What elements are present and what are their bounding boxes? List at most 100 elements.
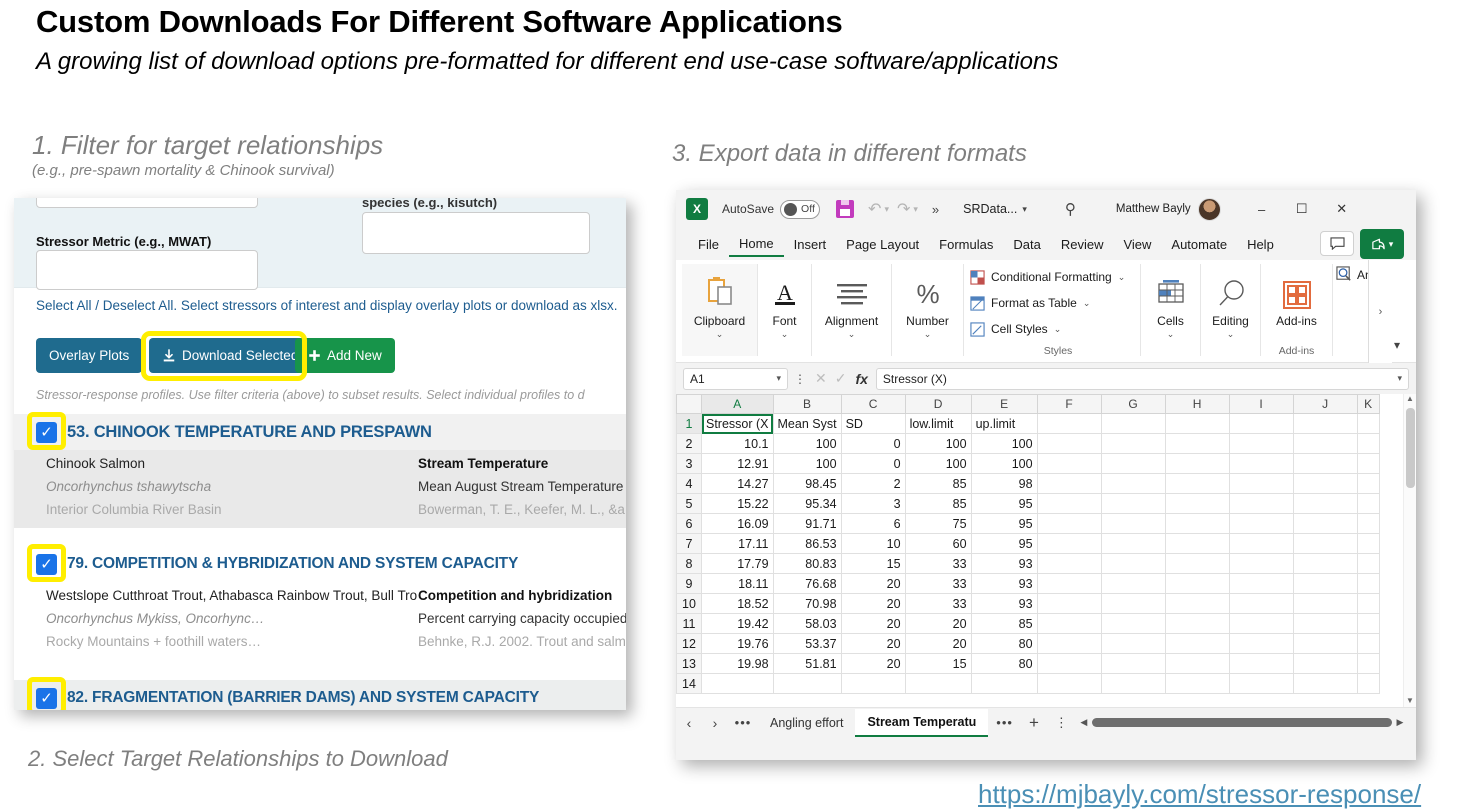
- row-header-11[interactable]: 11: [676, 613, 702, 634]
- cell-I13[interactable]: [1228, 653, 1294, 674]
- cell-D6[interactable]: 75: [904, 513, 972, 534]
- chevron-down-icon[interactable]: ⌄: [1054, 324, 1062, 335]
- cell-C9[interactable]: 20: [840, 573, 906, 594]
- col-header-K[interactable]: K: [1356, 394, 1380, 414]
- cell-I9[interactable]: [1228, 573, 1294, 594]
- cell-I3[interactable]: [1228, 453, 1294, 474]
- cell-D1[interactable]: low.limit: [904, 413, 972, 434]
- cell-I12[interactable]: [1228, 633, 1294, 654]
- cell-J13[interactable]: [1292, 653, 1358, 674]
- scroll-up-icon[interactable]: ▲: [1404, 394, 1416, 403]
- chevron-down-icon[interactable]: ⌄: [848, 329, 856, 340]
- cell-J5[interactable]: [1292, 493, 1358, 514]
- sheet-options-icon[interactable]: ⋮: [1055, 715, 1068, 731]
- cell-C5[interactable]: 3: [840, 493, 906, 514]
- cell-K14[interactable]: [1356, 673, 1380, 694]
- chevron-down-icon[interactable]: ⌄: [1083, 298, 1091, 309]
- more-commands-icon[interactable]: »: [932, 202, 939, 217]
- cell-H1[interactable]: [1164, 413, 1230, 434]
- cell-K9[interactable]: [1356, 573, 1380, 594]
- row-header-6[interactable]: 6: [676, 513, 702, 534]
- tab-insert[interactable]: Insert: [784, 231, 837, 257]
- cell-A6[interactable]: 16.09: [701, 513, 774, 534]
- row-header-14[interactable]: 14: [676, 673, 702, 694]
- chevron-down-icon[interactable]: ⌄: [781, 329, 789, 340]
- cell-H4[interactable]: [1164, 473, 1230, 494]
- cell-J11[interactable]: [1292, 613, 1358, 634]
- site-url-link[interactable]: https://mjbayly.com/stressor-response/: [978, 779, 1421, 810]
- minimize-button[interactable]: –: [1245, 202, 1279, 217]
- cell-A1[interactable]: Stressor (X: [701, 413, 774, 434]
- cell-D4[interactable]: 85: [904, 473, 972, 494]
- sheet-row[interactable]: 2 10.1 100 0 100 100: [676, 433, 1380, 454]
- tab-view[interactable]: View: [1113, 231, 1161, 257]
- cell-G13[interactable]: [1100, 653, 1166, 674]
- save-icon[interactable]: [836, 200, 855, 218]
- chevron-down-icon[interactable]: ⌄: [1167, 329, 1175, 340]
- cell-K6[interactable]: [1356, 513, 1380, 534]
- cell-E8[interactable]: 93: [970, 553, 1038, 574]
- cell-H3[interactable]: [1164, 453, 1230, 474]
- tab-file[interactable]: File: [688, 231, 729, 257]
- cell-I7[interactable]: [1228, 533, 1294, 554]
- cell-C4[interactable]: 2: [840, 473, 906, 494]
- cell-F10[interactable]: [1036, 593, 1102, 614]
- cell-G5[interactable]: [1100, 493, 1166, 514]
- cell-I4[interactable]: [1228, 473, 1294, 494]
- cell-G9[interactable]: [1100, 573, 1166, 594]
- share-button[interactable]: ▾: [1360, 229, 1404, 259]
- cell-A3[interactable]: 12.91: [701, 453, 774, 474]
- sheet-row[interactable]: 10 18.52 70.98 20 33 93: [676, 593, 1380, 614]
- sheet-row[interactable]: 14: [676, 673, 1380, 694]
- cell-C1[interactable]: SD: [840, 413, 906, 434]
- chevron-down-icon[interactable]: ▾: [776, 373, 781, 384]
- col-header-J[interactable]: J: [1292, 394, 1358, 414]
- cell-G6[interactable]: [1100, 513, 1166, 534]
- cell-F14[interactable]: [1036, 673, 1102, 694]
- cell-B9[interactable]: 76.68: [772, 573, 842, 594]
- cell-E4[interactable]: 98: [970, 473, 1038, 494]
- cell-K4[interactable]: [1356, 473, 1380, 494]
- cell-A10[interactable]: 18.52: [701, 593, 774, 614]
- col-header-A[interactable]: A: [701, 394, 774, 414]
- cell-J3[interactable]: [1292, 453, 1358, 474]
- species-input[interactable]: [362, 212, 590, 254]
- cell-A13[interactable]: 19.98: [701, 653, 774, 674]
- row-header-8[interactable]: 8: [676, 553, 702, 574]
- cell-A8[interactable]: 17.79: [701, 553, 774, 574]
- name-box-more-icon[interactable]: ⋮: [794, 372, 807, 386]
- cell-D5[interactable]: 85: [904, 493, 972, 514]
- cell-A9[interactable]: 18.11: [701, 573, 774, 594]
- ribbon-group-cells[interactable]: Cells ⌄: [1141, 264, 1201, 356]
- sheet-row[interactable]: 3 12.91 100 0 100 100: [676, 453, 1380, 474]
- row-header-2[interactable]: 2: [676, 433, 702, 454]
- filter-input-partial[interactable]: [36, 198, 258, 208]
- cell-G11[interactable]: [1100, 613, 1166, 634]
- row-header-3[interactable]: 3: [676, 453, 702, 474]
- avatar[interactable]: [1197, 197, 1221, 221]
- select-all-corner[interactable]: [676, 394, 702, 414]
- cell-C11[interactable]: 20: [840, 613, 906, 634]
- cell-J8[interactable]: [1292, 553, 1358, 574]
- cell-B2[interactable]: 100: [772, 433, 842, 454]
- cell-I5[interactable]: [1228, 493, 1294, 514]
- cell-D3[interactable]: 100: [904, 453, 972, 474]
- cell-F6[interactable]: [1036, 513, 1102, 534]
- cell-H10[interactable]: [1164, 593, 1230, 614]
- cell-H13[interactable]: [1164, 653, 1230, 674]
- chevron-down-icon[interactable]: ⌄: [1118, 272, 1126, 283]
- analyze-data-button[interactable]: An: [1336, 266, 1372, 283]
- cell-G3[interactable]: [1100, 453, 1166, 474]
- name-box[interactable]: A1 ▾: [683, 367, 788, 390]
- cell-K2[interactable]: [1356, 433, 1380, 454]
- sheet-row[interactable]: 7 17.11 86.53 10 60 95: [676, 533, 1380, 554]
- cell-I1[interactable]: [1228, 413, 1294, 434]
- horizontal-scrollbar[interactable]: ◀ ▶: [1077, 716, 1406, 729]
- cell-K8[interactable]: [1356, 553, 1380, 574]
- ribbon-collapse-icon[interactable]: ▾: [1394, 338, 1400, 352]
- cell-K13[interactable]: [1356, 653, 1380, 674]
- col-header-E[interactable]: E: [970, 394, 1038, 414]
- row-header-10[interactable]: 10: [676, 593, 702, 614]
- sheet-row[interactable]: 5 15.22 95.34 3 85 95: [676, 493, 1380, 514]
- cell-I10[interactable]: [1228, 593, 1294, 614]
